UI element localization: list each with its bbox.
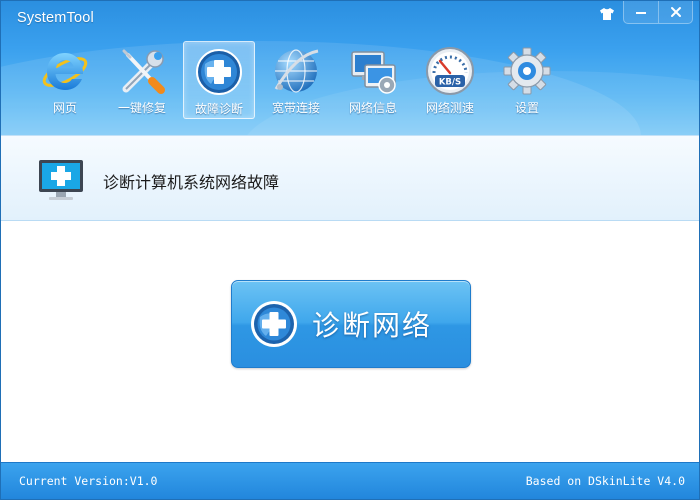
skin-button[interactable] xyxy=(595,3,619,25)
wrench-screwdriver-icon xyxy=(122,49,165,94)
toolbar-item-web[interactable]: 网页 xyxy=(29,41,101,119)
monitor-plus-icon xyxy=(39,160,83,200)
network-globe-icon xyxy=(274,49,319,93)
medical-globe-icon xyxy=(196,49,242,95)
window-button-group xyxy=(623,1,693,24)
minimize-button[interactable] xyxy=(624,1,658,23)
app-title: SystemTool xyxy=(17,10,94,26)
ie-browser-icon xyxy=(42,53,88,90)
medical-globe-icon xyxy=(251,301,297,347)
diagnose-network-button[interactable]: 诊断网络 xyxy=(231,280,471,368)
toolbar-label: 设置 xyxy=(514,101,539,115)
toolbar-label: 网络信息 xyxy=(348,101,397,115)
header: SystemTool 网页 一键修复 故障诊断 宽带连接 网络信息 KB/S 网… xyxy=(1,1,699,135)
toolbar-label: 一键修复 xyxy=(117,101,166,115)
toolbar-label: 网页 xyxy=(52,101,77,115)
shirt-icon xyxy=(600,8,614,20)
close-button[interactable] xyxy=(658,1,692,23)
section-header: 诊断计算机系统网络故障 xyxy=(1,135,699,221)
toolbar-item-diagnose[interactable]: 故障诊断 xyxy=(183,41,255,119)
app-window: SystemTool 网页 一键修复 故障诊断 宽带连接 网络信息 KB/S 网… xyxy=(0,0,700,500)
version-text: Current Version:V1.0 xyxy=(19,474,158,488)
toolbar-item-broadband[interactable]: 宽带连接 xyxy=(260,41,332,119)
network-computers-icon xyxy=(351,51,396,94)
gear-icon xyxy=(503,47,551,95)
toolbar-label: 宽带连接 xyxy=(271,101,320,115)
toolbar-item-repair[interactable]: 一键修复 xyxy=(106,41,178,119)
status-bar: Current Version:V1.0 Based on DSkinLite … xyxy=(1,462,699,499)
speedometer-text: KB/S xyxy=(439,78,461,88)
toolbar-item-settings[interactable]: 设置 xyxy=(491,41,563,119)
toolbar-label: 网络测速 xyxy=(425,101,474,115)
main-content: 诊断网络 xyxy=(1,222,699,462)
speedometer-icon: KB/S xyxy=(426,47,474,95)
toolbar-label: 故障诊断 xyxy=(194,102,243,116)
toolbar-item-netinfo[interactable]: 网络信息 xyxy=(337,41,409,119)
based-on-text: Based on DSkinLite V4.0 xyxy=(525,474,685,488)
window-controls xyxy=(595,1,699,29)
close-icon xyxy=(670,7,681,17)
diagnose-button-label: 诊断网络 xyxy=(312,309,433,342)
section-title: 诊断计算机系统网络故障 xyxy=(103,173,280,192)
toolbar-item-speed[interactable]: KB/S 网络测速 xyxy=(414,41,486,119)
minimize-icon xyxy=(636,12,646,14)
